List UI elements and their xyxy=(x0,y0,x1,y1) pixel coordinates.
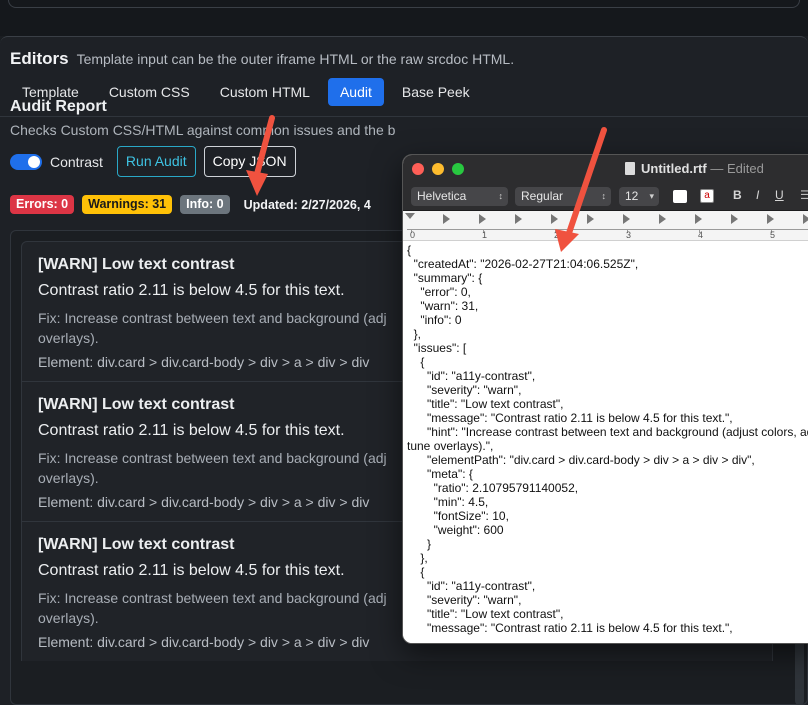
audit-controls: Contrast Run Audit Copy JSON xyxy=(10,146,296,177)
ruler-number: 0 xyxy=(410,230,416,240)
textedit-toolbar: Helvetica ↕ Regular ↕ 12 ▾ a B I U ☰ xyxy=(403,183,808,211)
tab-stop-icon[interactable] xyxy=(479,214,486,224)
tab-stop-icon[interactable] xyxy=(803,214,808,224)
tab-stop-icon[interactable] xyxy=(767,214,774,224)
tab-stop-icon[interactable] xyxy=(443,214,450,224)
copy-json-button[interactable]: Copy JSON xyxy=(203,146,296,177)
chevron-updown-icon: ↕ xyxy=(498,191,504,201)
window-controls xyxy=(412,163,464,175)
issue-fix-line: overlays). xyxy=(38,610,99,626)
issue-fix: Fix: Increase contrast between text and … xyxy=(38,588,398,628)
textedit-filename: Untitled.rtf xyxy=(641,161,707,176)
json-content[interactable]: { "createdAt": "2026-02-27T21:04:06.525Z… xyxy=(407,243,808,635)
tab-stop-icon[interactable] xyxy=(695,214,702,224)
tab-stop-icon[interactable] xyxy=(659,214,666,224)
text-color-well[interactable] xyxy=(673,190,687,203)
tab-stop-icon[interactable] xyxy=(731,214,738,224)
contrast-toggle[interactable] xyxy=(10,153,42,170)
title-separator: — xyxy=(710,161,724,176)
issue-fix: Fix: Increase contrast between text and … xyxy=(38,448,398,488)
issue-fix-line: Fix: Increase contrast between text and … xyxy=(38,450,387,466)
tab-custom-html[interactable]: Custom HTML xyxy=(208,78,322,106)
info-badge: Info: 0 xyxy=(180,195,230,214)
toggle-knob xyxy=(28,155,40,168)
issue-fix-line: Fix: Increase contrast between text and … xyxy=(38,590,387,606)
close-window-button[interactable] xyxy=(412,163,424,175)
ruler-number: 4 xyxy=(698,230,704,240)
editors-header: Editors Template input can be the outer … xyxy=(10,49,514,69)
zoom-window-button[interactable] xyxy=(452,163,464,175)
tab-stop-icon[interactable] xyxy=(551,214,558,224)
ruler-number: 3 xyxy=(626,230,632,240)
tab-custom-css[interactable]: Custom CSS xyxy=(97,78,202,106)
textedit-title: Untitled.rtf — Edited xyxy=(625,161,764,176)
ruler-baseline xyxy=(407,229,808,230)
textedit-document[interactable]: { "createdAt": "2026-02-27T21:04:06.525Z… xyxy=(403,241,808,643)
top-panel-edge xyxy=(8,0,800,8)
audit-report-title: Audit Report xyxy=(10,98,107,115)
indent-marker-icon[interactable] xyxy=(405,213,415,219)
chevron-updown-icon: ↕ xyxy=(601,191,607,201)
font-size-value: 12 xyxy=(625,189,639,203)
tab-divider xyxy=(0,116,808,117)
ruler-number: 2 xyxy=(554,230,560,240)
minimize-window-button[interactable] xyxy=(432,163,444,175)
editors-subtitle: Template input can be the outer iframe H… xyxy=(76,51,515,67)
tab-audit[interactable]: Audit xyxy=(327,78,384,106)
editors-title: Editors xyxy=(10,49,69,68)
align-left-icon[interactable]: ☰ xyxy=(800,188,808,202)
audit-report-subtitle: Checks Custom CSS/HTML against common is… xyxy=(10,122,396,138)
bold-button[interactable]: B xyxy=(733,188,742,202)
tab-stop-icon[interactable] xyxy=(515,214,522,224)
highlight-color-icon[interactable]: a xyxy=(700,189,714,203)
tab-stop-icon[interactable] xyxy=(623,214,630,224)
font-family-select[interactable]: Helvetica ↕ xyxy=(411,187,508,206)
issue-fix-line: overlays). xyxy=(38,470,99,486)
textedit-titlebar[interactable]: Untitled.rtf — Edited xyxy=(403,155,808,183)
ruler-number: 5 xyxy=(770,230,776,240)
textedit-ruler[interactable]: 0 1 2 3 4 5 xyxy=(403,211,808,241)
document-icon xyxy=(625,162,635,175)
issue-fix-line: overlays). xyxy=(38,330,99,346)
issue-fix-line: Fix: Increase contrast between text and … xyxy=(38,310,387,326)
tab-base-peek[interactable]: Base Peek xyxy=(390,78,482,106)
summary-badges: Errors: 0 Warnings: 31 Info: 0 Updated: … xyxy=(10,195,377,214)
textedit-status: Edited xyxy=(726,161,764,176)
contrast-label: Contrast xyxy=(50,153,103,170)
ruler-number: 1 xyxy=(482,230,488,240)
tab-stop-icon[interactable] xyxy=(587,214,594,224)
issue-fix: Fix: Increase contrast between text and … xyxy=(38,308,398,348)
run-audit-button[interactable]: Run Audit xyxy=(116,146,196,177)
font-style-value: Regular xyxy=(521,189,564,203)
errors-badge: Errors: 0 xyxy=(10,195,75,214)
textedit-window: Untitled.rtf — Edited Helvetica ↕ Regular… xyxy=(402,154,808,644)
font-style-select[interactable]: Regular ↕ xyxy=(515,187,611,206)
updated-timestamp: Updated: 2/27/2026, 4 xyxy=(243,197,371,212)
top-strip xyxy=(0,0,808,36)
underline-button[interactable]: U xyxy=(775,188,784,202)
chevron-down-icon: ▾ xyxy=(649,191,654,201)
font-family-value: Helvetica xyxy=(417,189,467,203)
italic-button[interactable]: I xyxy=(756,188,759,202)
warnings-badge: Warnings: 31 xyxy=(82,195,173,214)
font-size-select[interactable]: 12 ▾ xyxy=(619,187,659,206)
